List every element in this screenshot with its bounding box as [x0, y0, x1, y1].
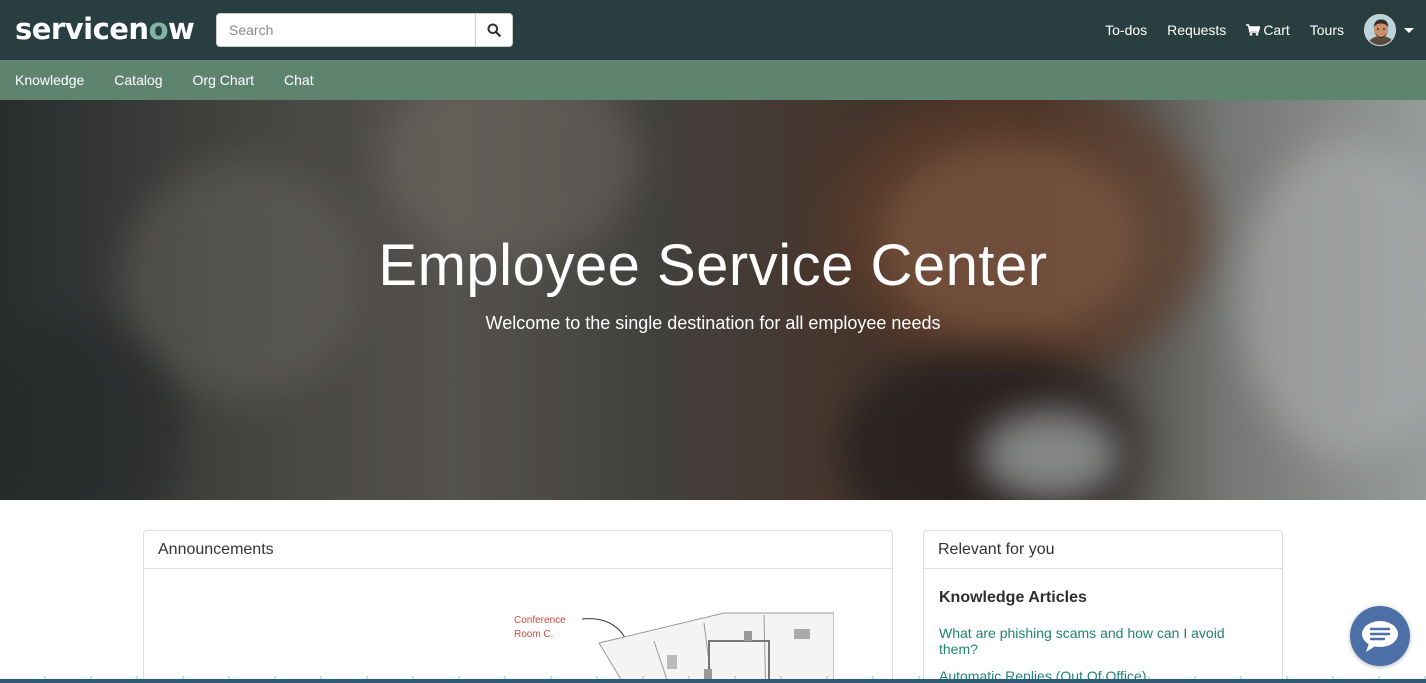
relevant-heading: Relevant for you [924, 531, 1282, 569]
map-label-conference: Conference [514, 615, 566, 626]
nav-item-org-chart[interactable]: Org Chart [178, 72, 269, 88]
cart-icon [1246, 24, 1261, 36]
nav-item-knowledge[interactable]: Knowledge [0, 72, 99, 88]
logo-text-prefix: servicen [15, 12, 149, 46]
bottom-border [0, 679, 1426, 683]
servicenow-logo[interactable]: servicen o w [15, 11, 195, 47]
cart-label: Cart [1263, 22, 1290, 38]
tours-link[interactable]: Tours [1310, 22, 1344, 38]
hero-banner: Employee Service Center Welcome to the s… [0, 100, 1426, 500]
nav-item-chat[interactable]: Chat [269, 72, 329, 88]
hero-subtitle: Welcome to the single destination for al… [485, 313, 941, 333]
article-link[interactable]: What are phishing scams and how can I av… [924, 625, 1282, 657]
search-button[interactable] [475, 13, 513, 47]
logo-text-suffix: w [168, 12, 195, 46]
relevant-panel: Relevant for you Knowledge Articles What… [923, 530, 1283, 683]
user-menu[interactable] [1364, 14, 1414, 46]
search-icon [487, 23, 501, 37]
announcements-panel: Announcements Conference Room C. [143, 530, 893, 683]
main-nav: Knowledge Catalog Org Chart Chat [0, 60, 1426, 100]
chevron-down-icon [1404, 27, 1414, 33]
logo-text-o: o [148, 12, 169, 46]
chat-button[interactable] [1350, 606, 1410, 666]
header-links: To-dos Requests Cart Tours [1105, 0, 1426, 60]
hero-title: Employee Service Center [378, 233, 1048, 298]
floor-plan-drawing [581, 612, 835, 683]
cart-link[interactable]: Cart [1246, 22, 1290, 38]
top-header: servicenow To-dos Requests Cart Tours [0, 0, 1426, 60]
knowledge-articles-heading: Knowledge Articles [939, 589, 1087, 606]
floor-plan-image[interactable]: Conference Room C. [504, 581, 835, 683]
todos-link[interactable]: To-dos [1105, 22, 1147, 38]
announcements-heading: Announcements [144, 531, 892, 569]
search-bar [216, 13, 513, 47]
map-label-room: Room C. [514, 629, 554, 640]
chat-bubble-icon [1362, 621, 1398, 652]
search-input[interactable] [216, 13, 475, 47]
user-photo [1365, 15, 1395, 45]
avatar[interactable] [1364, 14, 1396, 46]
hero-overlay [0, 100, 1426, 500]
nav-item-catalog[interactable]: Catalog [99, 72, 177, 88]
requests-link[interactable]: Requests [1167, 22, 1226, 38]
